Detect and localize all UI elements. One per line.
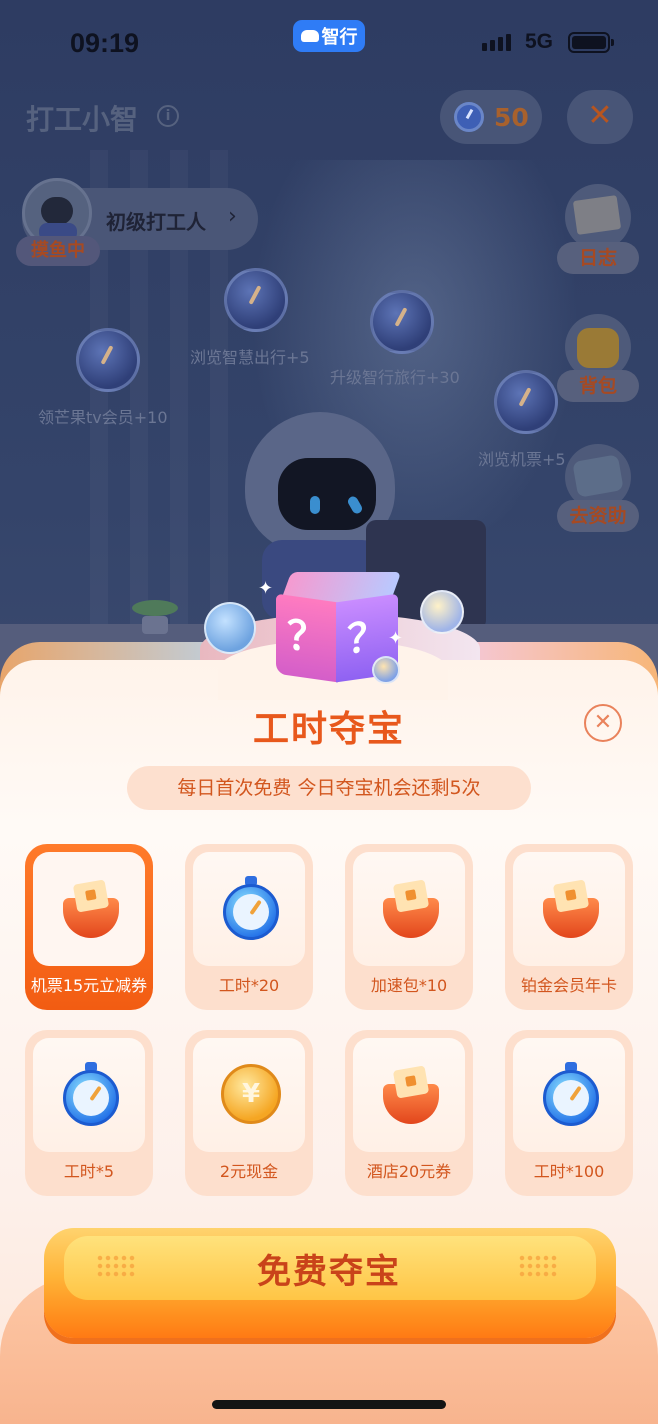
task-bubble[interactable] [76,328,140,392]
task-bubble[interactable] [370,290,434,354]
side-button-fund[interactable]: 去资助 [557,444,639,532]
status-bar: 09:19 智行 5G [0,0,658,88]
free-draw-label: 免费夺宝 [257,1252,401,1292]
plant-icon [132,600,178,634]
task-label: 领芒果tv会员+10 [38,408,168,427]
sparkle-icon: ✦ [388,628,404,649]
stopwatch-icon [543,1062,599,1126]
prize-name: 机票15元立减券 [30,976,148,995]
prize-card[interactable]: 工时*5 [25,1030,153,1196]
vip-pouch-icon [543,879,599,938]
boost-pouch-icon [383,879,439,938]
prize-card[interactable]: 加速包*10 [345,844,473,1010]
stopwatch-icon [223,876,279,940]
bubble-orb-icon [372,656,400,684]
task-label: 浏览智慧出行+5 [190,348,310,367]
sparkle-icon: ✦ [258,578,274,599]
task-bubble[interactable] [494,370,558,434]
task-label: 浏览机票+5 [478,450,566,469]
prize-name: 工时*20 [218,976,280,995]
side-button-label: 去资助 [557,500,639,532]
prize-name: 铂金会员年卡 [520,976,617,995]
side-button-label: 背包 [557,370,639,402]
home-indicator[interactable] [212,1400,446,1409]
prize-name: 工时*5 [63,1162,115,1181]
task-label: 升级智行旅行+30 [330,368,460,387]
coupon-pouch-icon [63,879,119,938]
network-type: 5G [525,30,554,53]
robot-face [278,458,376,530]
robot-eye [310,496,320,514]
bubble-orb-icon [420,590,464,634]
prize-name: 2元现金 [219,1162,279,1181]
car-icon [300,30,319,42]
prize-name: 加速包*10 [370,976,448,995]
prize-card[interactable]: 酒店20元券 [345,1030,473,1196]
bubble-orb-icon [204,602,256,654]
close-circle-icon[interactable]: ✕ [584,704,622,742]
chances-notice: 每日首次免费 今日夺宝机会还剩5次 [127,766,531,810]
sheet-title: 工时夺宝 [252,709,405,750]
battery-icon [568,32,614,53]
hours-count: 50 [494,102,529,132]
app-badge[interactable]: 智行 [293,20,365,52]
info-icon[interactable]: i [157,105,179,127]
prize-name: 工时*100 [533,1162,605,1181]
prize-card[interactable]: 工时*20 [185,844,313,1010]
prize-card[interactable]: 工时*100 [505,1030,633,1196]
hotel-pouch-icon [383,1065,439,1124]
side-button-bag[interactable]: 背包 [557,314,639,402]
side-button-log[interactable]: 日志 [557,184,639,274]
task-bubble[interactable] [224,268,288,332]
app-badge-label: 智行 [321,27,358,48]
prize-name: 酒店20元券 [366,1162,452,1181]
page-title: 打工小智 [26,103,139,136]
status-badge: 摸鱼中 [16,236,100,266]
side-button-label: 日志 [557,242,639,274]
close-icon[interactable]: ✕ [567,90,633,144]
hours-balance[interactable]: 50 [440,90,542,144]
signal-icon [482,34,511,51]
prize-card[interactable]: 2元现金 [185,1030,313,1196]
status-time: 09:19 [70,28,140,58]
coin-icon [221,1064,281,1124]
level-label: 初级打工人 [106,210,206,234]
stopwatch-icon [454,102,484,132]
prize-card[interactable]: 铂金会员年卡 [505,844,633,1010]
prize-card[interactable]: 机票15元立减券 [25,844,153,1010]
notebook-icon [565,184,631,250]
stopwatch-icon [63,1062,119,1126]
chevron-right-icon: › [228,204,237,229]
